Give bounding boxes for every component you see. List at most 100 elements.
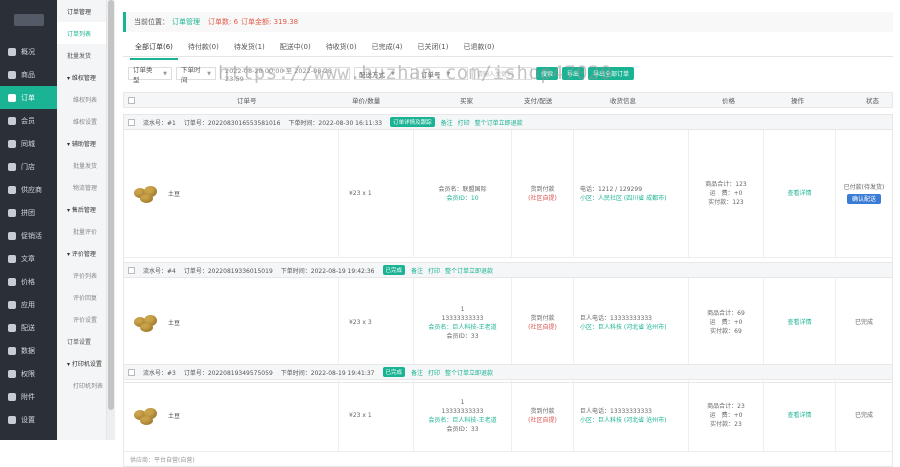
order-header: 流水号：#1 订单号：2022083016553581016 下单时间：2022-0… (124, 115, 892, 130)
subnav-item-0[interactable]: 订单管理 (57, 0, 106, 22)
nav-item-13[interactable]: 数据 (0, 339, 57, 362)
order-card: 流水号：#3 订单号：20220819349575059 下单时间：2022-08-… (123, 364, 893, 467)
refund-link[interactable]: 整个订单立即退款 (475, 118, 523, 127)
nav-item-16[interactable]: 设置 (0, 408, 57, 431)
print-link[interactable]: 打印 (428, 266, 440, 275)
nav-item-7[interactable]: 拼团 (0, 201, 57, 224)
view-details-link[interactable]: 查看详情 (787, 318, 811, 327)
breadcrumb-page[interactable]: 订单管理 (172, 17, 200, 27)
nav-item-9[interactable]: 文章 (0, 247, 57, 270)
buyer-info: 1 13333333333 会员名：巨人科技-王老道 会员ID：33 (414, 278, 512, 367)
order-checkbox[interactable] (128, 368, 135, 376)
nav-item-4[interactable]: 同城 (0, 132, 57, 155)
subnav-item-9[interactable]: ▾ 售后管理 (57, 198, 106, 220)
subnav-item-15[interactable]: 订单设置 (57, 330, 106, 352)
nav-item-12[interactable]: 配送 (0, 316, 57, 339)
subnav-item-7[interactable]: 批量发货 (57, 154, 106, 176)
order-checkbox[interactable] (128, 266, 135, 274)
subnav-item-1[interactable]: 订单列表 (57, 22, 106, 44)
nav-item-1[interactable]: 商品 (0, 63, 57, 86)
product-thumbnail[interactable] (132, 406, 160, 426)
print-link[interactable]: 打印 (428, 368, 440, 377)
shipping-info: 巨人电话：13333333333 小区：巨人科技 (河北省 沧州市) (574, 278, 689, 367)
pin-icon (8, 139, 16, 148)
nav-item-3[interactable]: 会员 (0, 109, 57, 132)
subnav-item-14[interactable]: 评价设置 (57, 308, 106, 330)
order-header: 流水号：#3 订单号：20220819349575059 下单时间：2022-08-… (124, 365, 892, 380)
product-name[interactable]: 土豆 (168, 189, 180, 198)
subnav-item-3[interactable]: ▾ 维权管理 (57, 66, 106, 88)
data-icon (8, 346, 16, 355)
tab-3[interactable]: 配送中(0) (275, 40, 316, 60)
subnav-item-12[interactable]: 评价列表 (57, 264, 106, 286)
status-badge: 已完成 (382, 367, 406, 377)
product-name[interactable]: 土豆 (168, 411, 180, 420)
refund-link[interactable]: 整个订单立即退款 (445, 368, 493, 377)
payment-info: 货到付款 (社区自提) (512, 380, 574, 451)
tab-5[interactable]: 已完成(4) (367, 40, 408, 60)
nav-item-15[interactable]: 附件 (0, 385, 57, 408)
status-badge: 订单详情及跟踪 (390, 117, 435, 127)
confirm-delivery-button[interactable]: 确认配送 (846, 194, 881, 204)
attach-icon (8, 392, 16, 401)
home-icon (8, 47, 16, 56)
nav-item-10[interactable]: 价格 (0, 270, 57, 293)
print-link[interactable]: 打印 (458, 118, 470, 127)
shipping-info: 电话：1212 / 129299 小区：人民社区 (四川省 成都市) (574, 130, 689, 257)
order-type-select[interactable]: 订单类型 ▼ (128, 66, 172, 84)
subnav-item-2[interactable]: 批量发货 (57, 44, 106, 66)
shipping-info: 巨人电话：13333333333 小区：巨人科技 (河北省 沧州市) (574, 380, 689, 451)
tab-6[interactable]: 已关闭(1) (413, 40, 454, 60)
refund-link[interactable]: 整个订单立即退款 (445, 266, 493, 275)
goods-icon (8, 70, 16, 79)
tab-0[interactable]: 全部订单(6) (130, 40, 178, 60)
subnav-item-13[interactable]: 评价回复 (57, 286, 106, 308)
nav-item-0[interactable]: 概况 (0, 40, 57, 63)
payment-info: 货到付款 (社区自提) (512, 130, 574, 257)
subnav-item-11[interactable]: ▾ 评价管理 (57, 242, 106, 264)
nav-item-8[interactable]: 促销活 (0, 224, 57, 247)
nav-item-6[interactable]: 供应商 (0, 178, 57, 201)
view-details-link[interactable]: 查看详情 (787, 411, 811, 420)
subnav-item-6[interactable]: ▾ 辅助管理 (57, 132, 106, 154)
share-icon (8, 208, 16, 217)
sidebar-scrollbar[interactable] (107, 0, 115, 440)
subnav-item-17[interactable]: 打印机列表 (57, 374, 106, 396)
supplier-footer: 供应商：平台自营(自营) (130, 456, 195, 464)
nav-item-11[interactable]: 应用 (0, 293, 57, 316)
app-icon (8, 300, 16, 309)
tab-7[interactable]: 已退款(0) (458, 40, 499, 60)
order-status: 已付款(待发货) 确认配送 (843, 184, 885, 204)
order-checkbox[interactable] (128, 118, 135, 126)
order-body: 土豆 ¥23 x 3 1 13333333333 会员名：巨人科技-王老道 会员ID：33… (124, 278, 892, 368)
time-type-select[interactable]: 下单时间 ▼ (176, 66, 216, 84)
tab-1[interactable]: 待付款(0) (183, 40, 224, 60)
subnav-item-16[interactable]: ▾ 打印机设置 (57, 352, 106, 374)
payment-info: 货到付款 (社区自提) (512, 278, 574, 367)
nav-item-14[interactable]: 权限 (0, 362, 57, 385)
tab-4[interactable]: 待收货(0) (321, 40, 362, 60)
store-icon (8, 162, 16, 171)
breadcrumb: 当前位置： 订单管理 订单数: 6 订单金额: 319.38 (123, 12, 893, 32)
nav-item-2[interactable]: 订单 (0, 86, 57, 109)
nav-item-5[interactable]: 门店 (0, 155, 57, 178)
subnav-item-10[interactable]: 批量评价 (57, 220, 106, 242)
primary-sidebar: 概况 商品 订单 会员 同城 门店 供应商 拼团 促销活 文章 价格 应用 配送 数据 权限 附件 设置 (0, 0, 57, 440)
product-thumbnail[interactable] (132, 313, 160, 333)
secondary-sidebar: 订单管理 订单列表 批量发货 ▾ 维权管理 维权列表 维权设置 ▾ 辅助管理 批量发货 物流管理… (57, 0, 107, 440)
product-name[interactable]: 土豆 (168, 318, 180, 327)
table-header: 订单号 单价/数量 买家 支付/配送 收货信息 价格 操作 状态 (123, 92, 893, 108)
member-icon (8, 116, 16, 125)
remark-link[interactable]: 备注 (411, 266, 423, 275)
order-body: 土豆 ¥23 x 1 会员名：联盟国际 会员ID：10 货到付款 (社区自提) 电话：121… (124, 130, 892, 258)
remark-link[interactable]: 备注 (411, 368, 423, 377)
watermark: https://www.huzhan.com/ishop47020 (218, 62, 612, 84)
subnav-item-5[interactable]: 维权设置 (57, 110, 106, 132)
subnav-item-4[interactable]: 维权列表 (57, 88, 106, 110)
tab-2[interactable]: 待发货(1) (229, 40, 270, 60)
subnav-item-8[interactable]: 物流管理 (57, 176, 106, 198)
product-thumbnail[interactable] (132, 184, 160, 204)
view-details-link[interactable]: 查看详情 (787, 189, 811, 198)
select-all-checkbox[interactable] (128, 96, 135, 104)
remark-link[interactable]: 备注 (441, 118, 453, 127)
